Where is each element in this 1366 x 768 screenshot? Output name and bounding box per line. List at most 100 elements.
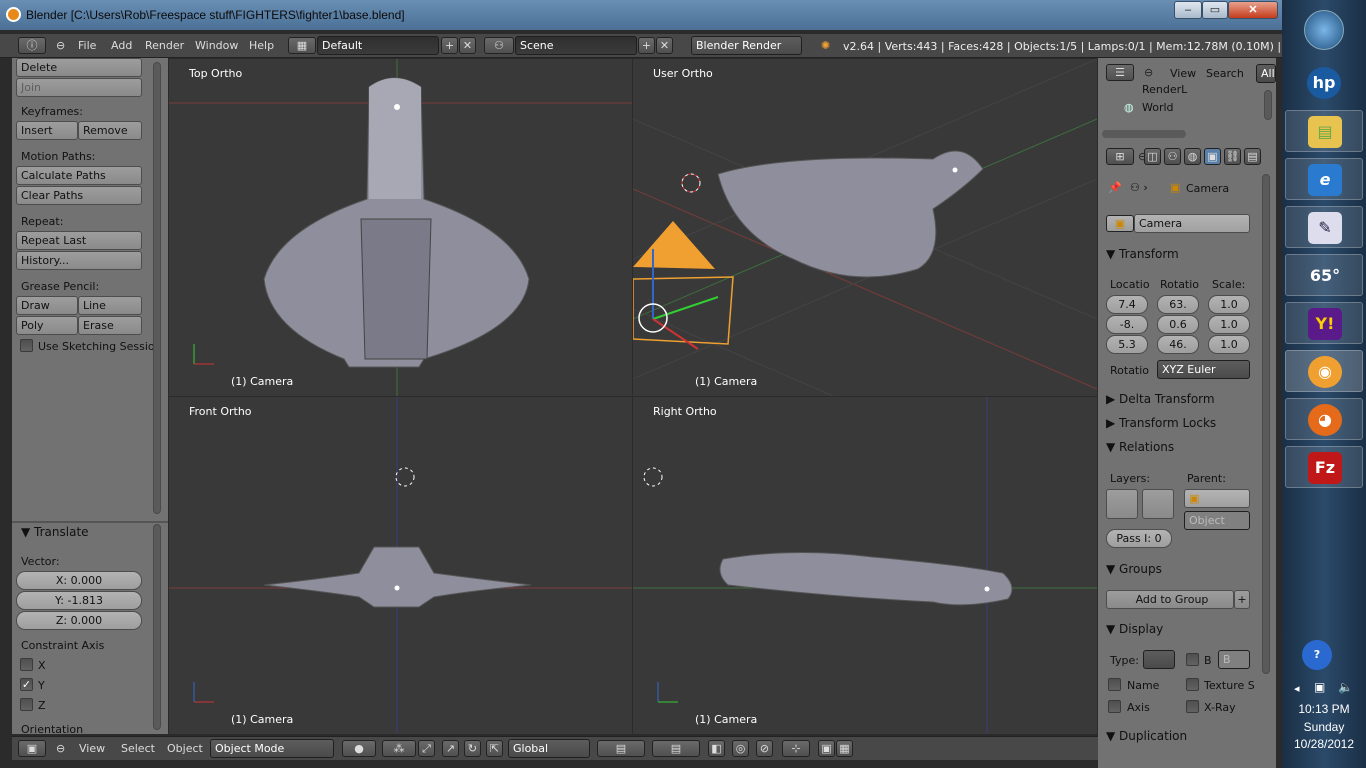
scale-z-field[interactable]: 1.0 <box>1208 335 1250 354</box>
remove-scene-icon[interactable]: ✕ <box>656 37 673 54</box>
outliner-item-renderlayers[interactable]: RenderL <box>1142 83 1187 96</box>
menu-render[interactable]: Render <box>145 39 184 52</box>
taskbar-blender[interactable]: ◉ <box>1285 350 1363 392</box>
tab-object-icon[interactable]: ▣ <box>1204 148 1221 165</box>
start-button[interactable] <box>1304 10 1344 50</box>
join-button[interactable]: Join <box>16 78 142 97</box>
lock-layers-icon[interactable]: ◧ <box>708 740 725 757</box>
scene-field[interactable]: Scene <box>515 36 637 55</box>
render-still-icon[interactable]: ▣ <box>818 740 835 757</box>
render-engine-select[interactable]: Blender Render <box>691 36 802 55</box>
layers-grid-2[interactable]: ▤ <box>652 740 700 757</box>
layers-grid-b[interactable] <box>1142 489 1174 519</box>
axis-z-checkbox[interactable] <box>20 698 33 711</box>
menu-window[interactable]: Window <box>195 39 238 52</box>
layers-grid-a[interactable] <box>1106 489 1138 519</box>
outliner-scrollbar[interactable] <box>1264 90 1272 120</box>
pin-icon[interactable]: 📌 <box>1108 181 1122 194</box>
viewport-user-ortho[interactable]: User Ortho (1) Camera <box>633 59 1097 396</box>
repeat-last-button[interactable]: Repeat Last <box>16 231 142 250</box>
add-layout-icon[interactable]: + <box>441 37 458 54</box>
network-icon[interactable]: ▣ <box>1314 680 1325 694</box>
add-scene-icon[interactable]: + <box>638 37 655 54</box>
outliner-display-select[interactable]: All <box>1256 64 1276 83</box>
editor-type-icon[interactable]: ⓘ <box>18 37 46 54</box>
toolshelf-scrollbar[interactable] <box>153 62 161 514</box>
duplication-header[interactable]: ▼ Duplication <box>1106 729 1187 743</box>
draw-button[interactable]: Draw <box>16 296 78 315</box>
outliner-view-menu[interactable]: View <box>1170 67 1196 80</box>
tray-arrow-icon[interactable]: ◂ <box>1294 682 1300 695</box>
menu-view[interactable]: View <box>79 742 105 755</box>
taskbar-hp[interactable]: hp <box>1285 62 1363 104</box>
properties-scrollbar[interactable] <box>1262 174 1270 674</box>
taskbar-ie[interactable]: e <box>1285 158 1363 200</box>
add-group-icon[interactable]: + <box>1234 590 1250 609</box>
taskbar-filezilla[interactable]: Fz <box>1285 446 1363 488</box>
viewport-right-ortho[interactable]: Right Ortho (1) Camera <box>633 397 1097 734</box>
scale-y-field[interactable]: 1.0 <box>1208 315 1250 334</box>
poly-button[interactable]: Poly <box>16 316 78 335</box>
scale-manip-icon[interactable]: ⇱ <box>486 740 503 757</box>
view3d-editor-icon[interactable]: ▣ <box>18 740 46 757</box>
line-button[interactable]: Line <box>78 296 142 315</box>
location-z-field[interactable]: 5.3 <box>1106 335 1148 354</box>
remove-keyframe-button[interactable]: Remove <box>78 121 142 140</box>
menu-help[interactable]: Help <box>249 39 274 52</box>
calculate-paths-button[interactable]: Calculate Paths <box>16 166 142 185</box>
sketching-checkbox[interactable] <box>20 339 33 352</box>
insert-keyframe-button[interactable]: Insert <box>16 121 78 140</box>
menu-file[interactable]: File <box>78 39 96 52</box>
transform-panel-header[interactable]: ▼ Transform <box>1106 247 1179 261</box>
texture-space-checkbox[interactable] <box>1186 678 1199 691</box>
object-data-icon[interactable]: ▣ <box>1106 215 1134 232</box>
object-name-field[interactable]: Camera <box>1134 214 1250 233</box>
volume-icon[interactable]: 🔈 <box>1338 680 1353 694</box>
minimize-button[interactable]: – <box>1174 1 1202 19</box>
scale-x-field[interactable]: 1.0 <box>1208 295 1250 314</box>
translate-manip-icon[interactable]: ↗ <box>442 740 459 757</box>
outliner-item-world[interactable]: World <box>1142 101 1174 114</box>
viewport-top-ortho[interactable]: Top Ortho (1) Camera <box>169 59 632 396</box>
pivot-icon[interactable]: ⁂ <box>382 740 416 757</box>
close-button[interactable]: ✕ <box>1228 1 1278 19</box>
pass-index-field[interactable]: Pass I: 0 <box>1106 529 1172 548</box>
transform-locks-header[interactable]: ▶ Transform Locks <box>1106 416 1216 430</box>
vector-z-field[interactable]: Z: 0.000 <box>16 611 142 630</box>
display-type-select[interactable] <box>1143 650 1175 669</box>
tab-scene-icon[interactable]: ⚇ <box>1164 148 1181 165</box>
xray-checkbox[interactable] <box>1186 700 1199 713</box>
bounds-checkbox[interactable] <box>1186 653 1199 666</box>
screen-layout-icon[interactable]: ▦ <box>288 37 316 54</box>
rotation-y-field[interactable]: 0.6 <box>1157 315 1199 334</box>
rotate-manip-icon[interactable]: ↻ <box>464 740 481 757</box>
render-anim-icon[interactable]: ▦ <box>836 740 853 757</box>
location-y-field[interactable]: -8. <box>1106 315 1148 334</box>
outliner-search-menu[interactable]: Search <box>1206 67 1244 80</box>
parent-field[interactable]: ▣ <box>1184 489 1250 508</box>
collapse-icon[interactable]: ⊖ <box>56 39 65 52</box>
rotation-x-field[interactable]: 63. <box>1157 295 1199 314</box>
maximize-button[interactable]: ▭ <box>1202 1 1228 19</box>
translate-panel-header[interactable]: ▼ Translate <box>21 525 89 539</box>
menu-object[interactable]: Object <box>167 742 203 755</box>
bounds-type-select[interactable]: B <box>1218 650 1250 669</box>
taskbar-firefox[interactable]: ◕ <box>1285 398 1363 440</box>
delta-transform-header[interactable]: ▶ Delta Transform <box>1106 392 1215 406</box>
rotation-mode-select[interactable]: XYZ Euler <box>1157 360 1250 379</box>
erase-button[interactable]: Erase <box>78 316 142 335</box>
groups-header[interactable]: ▼ Groups <box>1106 562 1162 576</box>
mode-select[interactable]: Object Mode <box>210 739 334 758</box>
menu-add[interactable]: Add <box>111 39 132 52</box>
name-checkbox[interactable] <box>1108 678 1121 691</box>
rotation-z-field[interactable]: 46. <box>1157 335 1199 354</box>
axis-y-checkbox[interactable]: ✓ <box>20 678 33 691</box>
scene-icon[interactable]: ⚇ <box>484 37 514 54</box>
clock-time[interactable]: 10:13 PM <box>1282 702 1366 716</box>
relations-header[interactable]: ▼ Relations <box>1106 440 1174 454</box>
vector-x-field[interactable]: X: 0.000 <box>16 571 142 590</box>
clear-paths-button[interactable]: Clear Paths <box>16 186 142 205</box>
vector-y-field[interactable]: Y: -1.813 <box>16 591 142 610</box>
outliner-hscroll[interactable] <box>1102 130 1186 138</box>
proportional-icon[interactable]: ◎ <box>732 740 749 757</box>
